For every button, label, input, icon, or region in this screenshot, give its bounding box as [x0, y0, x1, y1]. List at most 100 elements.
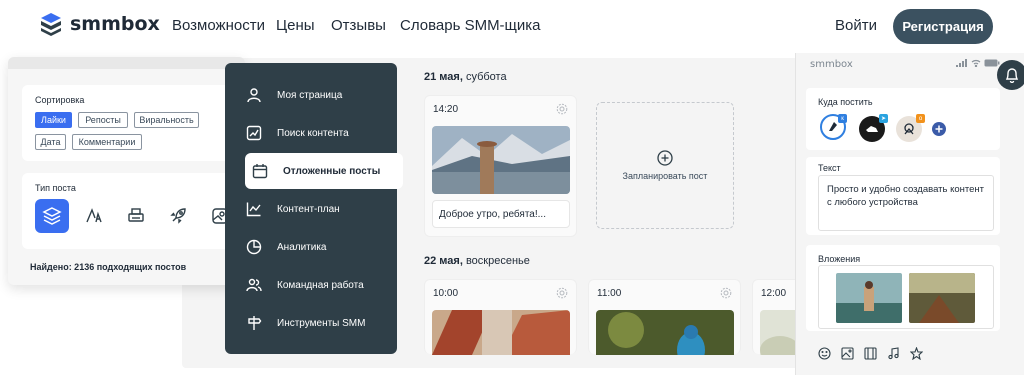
status-bar: [956, 59, 1000, 67]
team-icon: [245, 276, 263, 294]
attachment-thumbnail[interactable]: [836, 273, 902, 323]
post-photo: [432, 126, 570, 194]
post-caption: Доброе утро, ребята!...: [432, 200, 570, 228]
scheduled-post-card[interactable]: 14:20 Доброе утро, ребята!...: [424, 95, 577, 237]
notifications-button[interactable]: [997, 60, 1024, 90]
post-photo: [596, 310, 734, 355]
line-chart-icon: [245, 200, 263, 218]
menu-label: Командная работа: [277, 279, 364, 291]
text-card: Текст Просто и удобно создавать контент …: [806, 157, 1000, 235]
menu-label: Инструменты SMM: [277, 317, 366, 329]
menu-label: Контент-план: [277, 203, 340, 215]
gear-icon[interactable]: [556, 287, 568, 299]
menu-label: Отложенные посты: [283, 165, 381, 177]
sort-tag-likes[interactable]: Лайки: [35, 112, 72, 128]
rocket-icon: [170, 208, 186, 224]
logo-cube-icon: [41, 13, 61, 36]
gear-icon[interactable]: [720, 287, 732, 299]
nav-link-reviews[interactable]: Отзывы: [331, 17, 386, 34]
plus-circle-icon: [657, 149, 673, 166]
telegram-account-avatar[interactable]: ➤: [859, 114, 888, 142]
battery-icon: [984, 59, 1000, 67]
found-count: Найдено: 2136 подходящих постов: [30, 262, 187, 272]
sort-title: Сортировка: [35, 95, 85, 105]
menu-item-teamwork[interactable]: Командная работа: [245, 267, 425, 303]
day-header-22: 22 мая, воскресенье: [424, 255, 530, 267]
filter-panel: Сортировка Лайки Репосты Виральность Дат…: [8, 57, 245, 285]
nav-link-prices[interactable]: Цены: [276, 17, 315, 34]
attachment-thumbnail[interactable]: [909, 273, 975, 323]
bell-icon: [1005, 68, 1019, 83]
post-time: 12:00: [761, 288, 787, 299]
emoji-icon[interactable]: [818, 347, 831, 360]
sort-card: Сортировка Лайки Репосты Виральность Дат…: [22, 85, 230, 161]
post-time: 10:00: [433, 288, 459, 299]
menu-label: Поиск контента: [277, 127, 349, 139]
day-weekday: воскресенье: [462, 255, 530, 267]
layers-icon: [42, 207, 62, 225]
post-text-field[interactable]: Просто и удобно создавать контент с любо…: [818, 175, 994, 231]
post-type-card: Тип поста: [22, 173, 230, 249]
menu-item-my-page[interactable]: Моя страница: [245, 77, 425, 113]
post-time: 14:20: [433, 104, 459, 115]
menu-label: Моя страница: [277, 89, 343, 101]
day-header-21: 21 мая, суббота: [424, 71, 507, 83]
schedule-post-button[interactable]: Запланировать пост: [596, 102, 734, 229]
sort-tag-virality[interactable]: Виральность: [134, 112, 199, 128]
day-weekday: суббота: [462, 71, 507, 83]
text-title: Текст: [818, 163, 841, 173]
side-menu: Моя страница Поиск контента Отложенные п…: [225, 63, 403, 354]
post-photo: [432, 310, 570, 355]
day-date: 21 мая,: [424, 71, 463, 83]
vk-account-avatar[interactable]: к: [820, 114, 847, 140]
sort-tag-comments[interactable]: Комментарии: [72, 134, 142, 150]
phone-mockup: smmbox Куда постить к ➤ о Текст Просто и…: [795, 53, 1024, 375]
wifi-icon: [971, 59, 981, 67]
ok-account-avatar[interactable]: о: [896, 114, 925, 142]
signpost-icon: [245, 314, 263, 332]
logo[interactable]: smmbox: [40, 12, 160, 36]
nav-link-dictionary[interactable]: Словарь SMM-щика: [400, 17, 541, 34]
menu-item-scheduled-posts[interactable]: Отложенные посты: [245, 153, 403, 189]
menu-item-analytics[interactable]: Аналитика: [245, 229, 425, 265]
signal-icon: [956, 59, 967, 67]
post-type-title: Тип поста: [35, 183, 76, 193]
add-account-icon[interactable]: [932, 122, 946, 136]
menu-item-content-plan[interactable]: Контент-план: [245, 191, 425, 227]
menu-item-content-search[interactable]: Поиск контента: [245, 115, 425, 151]
login-link[interactable]: Войти: [835, 17, 877, 34]
star-icon[interactable]: [910, 347, 923, 360]
image-icon[interactable]: [841, 347, 854, 360]
post-type-print-button[interactable]: [119, 199, 153, 233]
pie-chart-icon: [245, 238, 263, 256]
music-icon[interactable]: [887, 347, 900, 360]
panel-header-bar: [8, 57, 245, 69]
gear-icon[interactable]: [556, 103, 568, 115]
user-icon: [245, 86, 263, 104]
film-icon[interactable]: [864, 347, 877, 360]
post-type-text-button[interactable]: [77, 199, 111, 233]
post-type-all-button[interactable]: [35, 199, 69, 233]
font-icon: [86, 208, 102, 223]
attachments-card: Вложения: [806, 245, 1000, 331]
scheduled-post-card[interactable]: 10:00: [424, 279, 577, 355]
attachments-area[interactable]: [818, 265, 994, 329]
attachments-title: Вложения: [818, 254, 861, 264]
where-title: Куда постить: [818, 97, 873, 107]
register-button[interactable]: Регистрация: [893, 9, 993, 44]
scheduled-post-card[interactable]: 11:00: [588, 279, 741, 355]
attachment-toolbar: [818, 347, 923, 360]
schedule-label: Запланировать пост: [622, 170, 708, 181]
menu-item-smm-tools[interactable]: Инструменты SMM: [245, 305, 425, 341]
post-type-promo-button[interactable]: [161, 199, 195, 233]
top-navbar: smmbox Возможности Цены Отзывы Словарь S…: [0, 0, 1024, 52]
sort-tag-date[interactable]: Дата: [35, 134, 66, 150]
telegram-badge: ➤: [879, 114, 888, 123]
search-chart-icon: [245, 124, 263, 142]
menu-label: Аналитика: [277, 241, 327, 253]
nav-link-features[interactable]: Возможности: [172, 17, 265, 34]
post-time: 11:00: [597, 288, 622, 299]
ok-badge: о: [916, 114, 925, 123]
sort-tag-reposts[interactable]: Репосты: [78, 112, 128, 128]
phone-brand: smmbox: [810, 59, 853, 70]
